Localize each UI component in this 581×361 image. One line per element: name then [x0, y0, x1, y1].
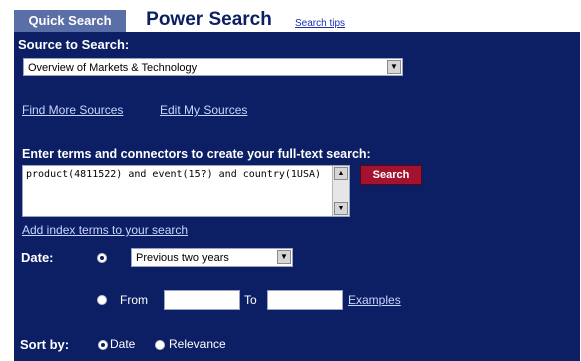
scroll-down-icon[interactable]: ▼	[334, 202, 348, 215]
date-preset-radio[interactable]	[97, 253, 107, 263]
scroll-up-icon[interactable]: ▲	[334, 167, 348, 180]
date-label: Date:	[21, 250, 54, 265]
sort-by-label: Sort by:	[20, 337, 70, 352]
source-select-value: Overview of Markets & Technology	[28, 62, 198, 74]
power-search-panel: Source to Search: Overview of Markets & …	[14, 32, 580, 361]
sort-relevance-label: Relevance	[169, 337, 226, 351]
date-preset-value: Previous two years	[136, 252, 229, 264]
query-scrollbar[interactable]: ▲ ▼	[332, 166, 349, 216]
chevron-down-icon[interactable]: ▼	[387, 60, 401, 74]
to-label: To	[244, 293, 257, 307]
sort-relevance-radio[interactable]	[155, 340, 165, 350]
from-date-input[interactable]	[164, 290, 240, 310]
date-range-radio[interactable]	[97, 295, 107, 305]
date-preset-select[interactable]: Previous two years ▼	[131, 248, 293, 267]
to-date-input[interactable]	[267, 290, 343, 310]
source-select[interactable]: Overview of Markets & Technology ▼	[23, 58, 403, 76]
query-textarea[interactable]	[22, 165, 350, 217]
query-label: Enter terms and connectors to create you…	[22, 147, 371, 161]
sort-date-label: Date	[110, 337, 136, 351]
search-tabs: Quick Search Power Search Search tips	[14, 8, 580, 34]
search-tips-link[interactable]: Search tips	[295, 18, 345, 29]
chevron-down-icon[interactable]: ▼	[277, 250, 291, 264]
find-more-sources-link[interactable]: Find More Sources	[22, 103, 123, 117]
examples-link[interactable]: Examples	[348, 293, 401, 307]
source-label: Source to Search:	[18, 37, 130, 52]
tab-power-search[interactable]: Power Search	[130, 8, 288, 34]
edit-my-sources-link[interactable]: Edit My Sources	[160, 103, 247, 117]
add-index-terms-link[interactable]: Add index terms to your search	[22, 223, 188, 237]
from-label: From	[120, 293, 148, 307]
tab-quick-search[interactable]: Quick Search	[14, 10, 126, 32]
sort-date-radio[interactable]	[98, 340, 108, 350]
search-button[interactable]: Search	[360, 165, 422, 185]
